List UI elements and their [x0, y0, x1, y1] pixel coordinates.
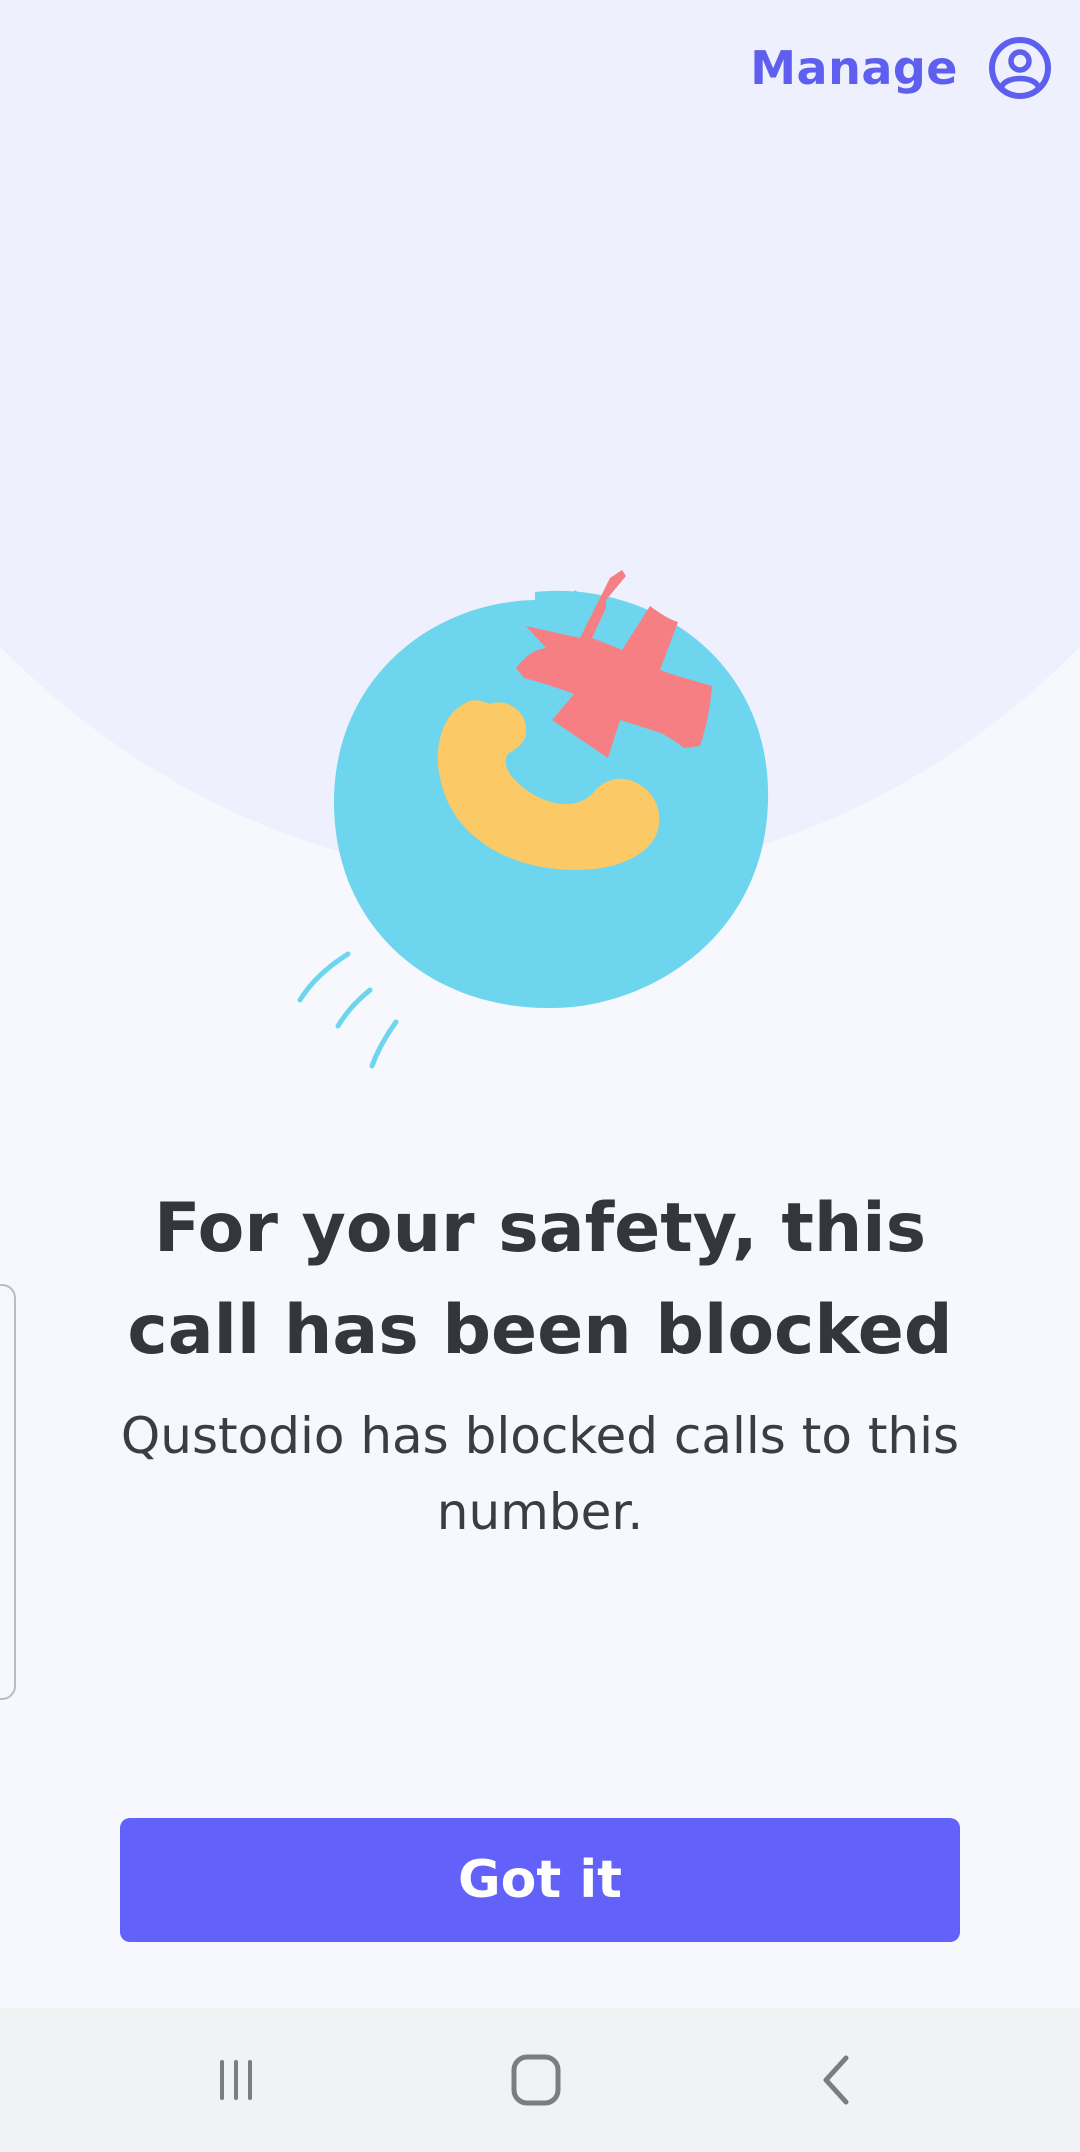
recent-apps-icon[interactable] [186, 2030, 286, 2130]
blocked-message: Qustodio has blocked calls to this numbe… [120, 1407, 960, 1541]
blocked-call-screen: Manage For your safety, this call has be… [0, 0, 1080, 2152]
manage-link[interactable]: Manage [750, 41, 958, 95]
motion-lines-icon [297, 951, 399, 1069]
system-navigation-bar [0, 2008, 1080, 2152]
got-it-button[interactable]: Got it [120, 1818, 960, 1942]
account-circle-icon[interactable] [988, 36, 1052, 100]
home-icon[interactable] [486, 2030, 586, 2130]
header: Manage [750, 36, 1052, 100]
side-panel-handle[interactable] [0, 1284, 16, 1700]
back-icon[interactable] [788, 2030, 888, 2130]
blocked-call-illustration [280, 570, 800, 1090]
page-title: For your safety, this call has been bloc… [127, 1189, 953, 1370]
